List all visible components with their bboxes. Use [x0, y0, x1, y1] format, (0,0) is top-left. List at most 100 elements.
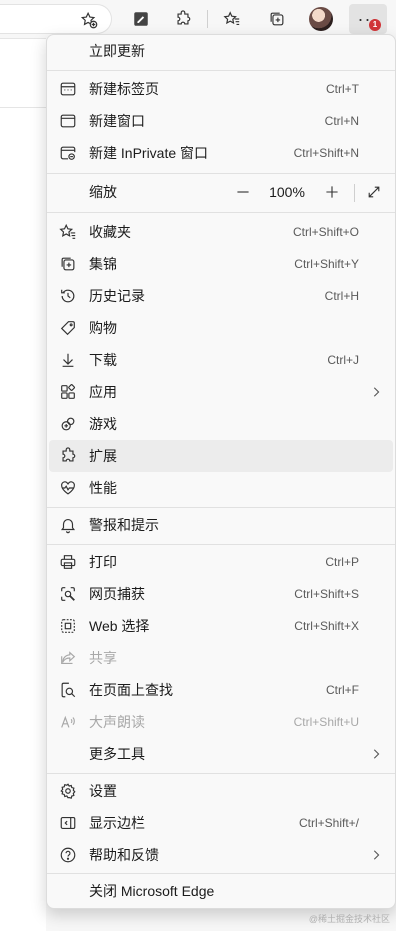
shortcut-label: Ctrl+Shift+X — [294, 619, 359, 633]
profile-avatar[interactable] — [309, 7, 333, 31]
shortcut-label: Ctrl+P — [325, 555, 359, 569]
menu-item-label: 关闭 Microsoft Edge — [89, 883, 215, 899]
menu-item-help-and-feedback[interactable]: 帮助和反馈 — [47, 839, 395, 871]
shortcut-label: Ctrl+Shift+/ — [298, 816, 359, 830]
shopping-tag-icon — [59, 319, 77, 337]
printer-icon — [59, 553, 77, 571]
menu-item-label: 帮助和反馈 — [89, 847, 159, 863]
menu-item-read-aloud[interactable]: 大声朗读 Ctrl+Shift+U — [47, 706, 395, 738]
menu-item-label: 下载 — [89, 352, 117, 368]
menu-item-favorites[interactable]: 收藏夹 Ctrl+Shift+O — [47, 216, 395, 248]
download-arrow-icon — [59, 351, 77, 369]
menu-item-extensions[interactable]: 扩展 — [49, 440, 393, 472]
chevron-right-icon — [369, 385, 383, 399]
menu-item-label: 显示边栏 — [89, 815, 145, 831]
menu-item-new-window[interactable]: 新建窗口 Ctrl+N — [47, 105, 395, 137]
menu-item-shopping[interactable]: 购物 — [47, 312, 395, 344]
menu-item-label: 网页捕获 — [89, 586, 145, 602]
menu-item-label: 共享 — [89, 650, 117, 666]
address-bar[interactable] — [0, 4, 112, 34]
shortcut-label: Ctrl+Shift+O — [292, 225, 359, 239]
edit-note-icon[interactable] — [128, 6, 154, 32]
menu-item-performance[interactable]: 性能 — [47, 472, 395, 504]
menu-item-print[interactable]: 打印 Ctrl+P — [47, 546, 395, 578]
sidebar-icon — [59, 814, 77, 832]
menu-item-update-now[interactable]: 立即更新 — [47, 35, 395, 67]
performance-heart-icon — [59, 479, 77, 497]
menu-item-label: 更多工具 — [89, 746, 145, 762]
add-favorite-icon[interactable] — [76, 7, 102, 33]
favorites-star-icon — [59, 223, 77, 241]
shortcut-label: Ctrl+J — [327, 353, 359, 367]
collections-icon[interactable] — [264, 6, 290, 32]
shortcut-label: Ctrl+Shift+S — [294, 587, 359, 601]
read-aloud-icon — [59, 713, 77, 731]
menu-item-apps[interactable]: 应用 — [47, 376, 395, 408]
menu-item-label: 收藏夹 — [89, 224, 131, 240]
page-content-area — [0, 38, 46, 931]
menu-item-find-on-page[interactable]: 在页面上查找 Ctrl+F — [47, 674, 395, 706]
menu-item-history[interactable]: 历史记录 Ctrl+H — [47, 280, 395, 312]
extensions-puzzle-icon[interactable] — [170, 6, 196, 32]
menu-item-label: 扩展 — [89, 448, 117, 464]
menu-item-label: Web 选择 — [89, 618, 150, 634]
menu-item-zoom: 缩放 100% — [47, 176, 395, 208]
notification-badge: 1 — [369, 19, 381, 31]
gear-icon — [59, 782, 77, 800]
chevron-right-icon — [369, 848, 383, 862]
menu-item-label: 新建 InPrivate 窗口 — [89, 145, 209, 161]
extensions-puzzle-icon — [59, 447, 77, 465]
zoom-level-value: 100% — [269, 184, 305, 200]
chevron-right-icon — [369, 747, 383, 761]
menu-item-games[interactable]: 游戏 — [47, 408, 395, 440]
shortcut-label: Ctrl+Shift+N — [293, 146, 359, 160]
share-icon — [59, 649, 77, 667]
shortcut-label: Ctrl+Shift+Y — [294, 257, 359, 271]
web-select-icon — [59, 617, 77, 635]
menu-item-label: 打印 — [89, 554, 117, 570]
shortcut-label: Ctrl+T — [326, 82, 359, 96]
collections-icon — [59, 255, 77, 273]
zoom-out-button[interactable] — [229, 176, 257, 208]
find-on-page-icon — [59, 681, 77, 699]
web-capture-icon — [59, 585, 77, 603]
menu-item-label: 新建标签页 — [89, 81, 159, 97]
zoom-in-button[interactable] — [318, 176, 346, 208]
menu-item-label: 在页面上查找 — [89, 682, 173, 698]
favorites-icon[interactable] — [219, 6, 245, 32]
new-tab-icon — [59, 80, 77, 98]
fullscreen-button[interactable] — [360, 176, 388, 208]
menu-item-label: 大声朗读 — [89, 714, 145, 730]
settings-and-more-button[interactable]: ··· — [349, 4, 387, 34]
menu-item-label: 立即更新 — [89, 43, 145, 59]
shortcut-label: Ctrl+N — [324, 114, 359, 128]
menu-item-show-sidebar[interactable]: 显示边栏 Ctrl+Shift+/ — [47, 807, 395, 839]
settings-and-more-menu: 立即更新 新建标签页 Ctrl+T 新建窗口 Ctrl+N 新建 InPriva… — [46, 34, 396, 909]
browser-toolbar: ··· 1 — [0, 0, 396, 38]
menu-item-web-select[interactable]: Web 选择 Ctrl+Shift+X — [47, 610, 395, 642]
menu-item-label: 设置 — [89, 783, 117, 799]
inprivate-window-icon — [59, 144, 77, 162]
shortcut-label: Ctrl+F — [326, 683, 359, 697]
menu-item-settings[interactable]: 设置 — [47, 775, 395, 807]
menu-item-share[interactable]: 共享 — [47, 642, 395, 674]
games-icon — [59, 415, 77, 433]
apps-grid-icon — [59, 383, 77, 401]
shortcut-label: Ctrl+Shift+U — [293, 715, 359, 729]
menu-item-label: 购物 — [89, 320, 117, 336]
menu-item-new-inprivate-window[interactable]: 新建 InPrivate 窗口 Ctrl+Shift+N — [47, 137, 395, 169]
menu-item-label: 新建窗口 — [89, 113, 145, 129]
shortcut-label: Ctrl+H — [324, 289, 359, 303]
menu-item-collections[interactable]: 集锦 Ctrl+Shift+Y — [47, 248, 395, 280]
menu-item-web-capture[interactable]: 网页捕获 Ctrl+Shift+S — [47, 578, 395, 610]
menu-item-label: 游戏 — [89, 416, 117, 432]
menu-item-label: 历史记录 — [89, 288, 145, 304]
new-window-icon — [59, 112, 77, 130]
menu-item-new-tab[interactable]: 新建标签页 Ctrl+T — [47, 73, 395, 105]
menu-item-more-tools[interactable]: 更多工具 — [47, 738, 395, 770]
bell-icon — [59, 516, 77, 534]
menu-item-alerts-and-tips[interactable]: 警报和提示 — [47, 509, 395, 541]
menu-item-label: 集锦 — [89, 256, 117, 272]
menu-item-downloads[interactable]: 下载 Ctrl+J — [47, 344, 395, 376]
menu-item-close-edge[interactable]: 关闭 Microsoft Edge — [47, 875, 395, 907]
